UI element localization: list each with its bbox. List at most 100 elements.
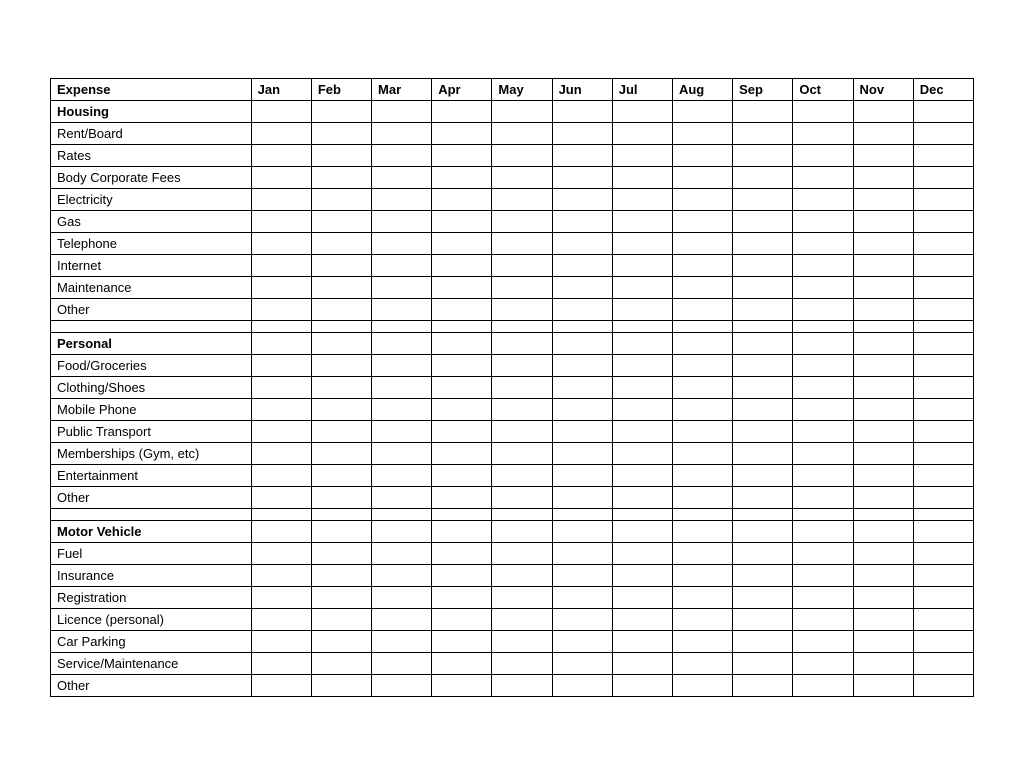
data-cell[interactable] [612, 421, 672, 443]
data-cell[interactable] [372, 399, 432, 421]
data-cell[interactable] [311, 145, 371, 167]
data-cell[interactable] [853, 189, 913, 211]
data-cell[interactable] [612, 167, 672, 189]
data-cell[interactable] [672, 255, 732, 277]
data-cell[interactable] [733, 277, 793, 299]
data-cell[interactable] [552, 355, 612, 377]
data-cell[interactable] [913, 421, 973, 443]
data-cell[interactable] [251, 443, 311, 465]
data-cell[interactable] [612, 609, 672, 631]
data-cell[interactable] [853, 465, 913, 487]
data-cell[interactable] [492, 421, 552, 443]
data-cell[interactable] [311, 399, 371, 421]
data-cell[interactable] [552, 465, 612, 487]
data-cell[interactable] [311, 377, 371, 399]
data-cell[interactable] [913, 145, 973, 167]
data-cell[interactable] [733, 123, 793, 145]
data-cell[interactable] [793, 299, 853, 321]
data-cell[interactable] [913, 565, 973, 587]
data-cell[interactable] [372, 123, 432, 145]
data-cell[interactable] [552, 189, 612, 211]
data-cell[interactable] [251, 211, 311, 233]
data-cell[interactable] [612, 443, 672, 465]
data-cell[interactable] [612, 487, 672, 509]
data-cell[interactable] [672, 421, 732, 443]
data-cell[interactable] [672, 631, 732, 653]
data-cell[interactable] [372, 211, 432, 233]
data-cell[interactable] [311, 587, 371, 609]
data-cell[interactable] [672, 299, 732, 321]
data-cell[interactable] [672, 443, 732, 465]
data-cell[interactable] [733, 653, 793, 675]
data-cell[interactable] [552, 587, 612, 609]
data-cell[interactable] [853, 587, 913, 609]
data-cell[interactable] [251, 565, 311, 587]
data-cell[interactable] [311, 421, 371, 443]
data-cell[interactable] [612, 675, 672, 697]
data-cell[interactable] [492, 189, 552, 211]
data-cell[interactable] [793, 675, 853, 697]
data-cell[interactable] [793, 211, 853, 233]
data-cell[interactable] [913, 587, 973, 609]
data-cell[interactable] [733, 675, 793, 697]
data-cell[interactable] [372, 675, 432, 697]
data-cell[interactable] [913, 233, 973, 255]
data-cell[interactable] [552, 377, 612, 399]
data-cell[interactable] [672, 543, 732, 565]
data-cell[interactable] [552, 123, 612, 145]
data-cell[interactable] [492, 211, 552, 233]
data-cell[interactable] [251, 609, 311, 631]
data-cell[interactable] [251, 255, 311, 277]
data-cell[interactable] [672, 565, 732, 587]
data-cell[interactable] [913, 123, 973, 145]
data-cell[interactable] [311, 233, 371, 255]
data-cell[interactable] [492, 233, 552, 255]
data-cell[interactable] [913, 675, 973, 697]
data-cell[interactable] [492, 355, 552, 377]
data-cell[interactable] [432, 653, 492, 675]
data-cell[interactable] [251, 233, 311, 255]
data-cell[interactable] [372, 145, 432, 167]
data-cell[interactable] [853, 299, 913, 321]
data-cell[interactable] [612, 189, 672, 211]
data-cell[interactable] [311, 631, 371, 653]
data-cell[interactable] [552, 299, 612, 321]
data-cell[interactable] [672, 233, 732, 255]
data-cell[interactable] [372, 189, 432, 211]
data-cell[interactable] [311, 443, 371, 465]
data-cell[interactable] [733, 145, 793, 167]
data-cell[interactable] [432, 355, 492, 377]
data-cell[interactable] [672, 487, 732, 509]
data-cell[interactable] [432, 299, 492, 321]
data-cell[interactable] [432, 189, 492, 211]
data-cell[interactable] [853, 631, 913, 653]
data-cell[interactable] [612, 277, 672, 299]
data-cell[interactable] [311, 255, 371, 277]
data-cell[interactable] [372, 543, 432, 565]
data-cell[interactable] [913, 277, 973, 299]
data-cell[interactable] [672, 653, 732, 675]
data-cell[interactable] [913, 211, 973, 233]
data-cell[interactable] [913, 653, 973, 675]
data-cell[interactable] [913, 167, 973, 189]
data-cell[interactable] [492, 145, 552, 167]
data-cell[interactable] [853, 123, 913, 145]
data-cell[interactable] [612, 543, 672, 565]
data-cell[interactable] [672, 465, 732, 487]
data-cell[interactable] [612, 255, 672, 277]
data-cell[interactable] [372, 631, 432, 653]
data-cell[interactable] [492, 631, 552, 653]
data-cell[interactable] [311, 565, 371, 587]
data-cell[interactable] [612, 123, 672, 145]
data-cell[interactable] [672, 123, 732, 145]
data-cell[interactable] [311, 123, 371, 145]
data-cell[interactable] [793, 543, 853, 565]
data-cell[interactable] [372, 167, 432, 189]
data-cell[interactable] [432, 211, 492, 233]
data-cell[interactable] [552, 145, 612, 167]
data-cell[interactable] [913, 399, 973, 421]
data-cell[interactable] [733, 465, 793, 487]
data-cell[interactable] [733, 377, 793, 399]
data-cell[interactable] [251, 123, 311, 145]
data-cell[interactable] [251, 421, 311, 443]
